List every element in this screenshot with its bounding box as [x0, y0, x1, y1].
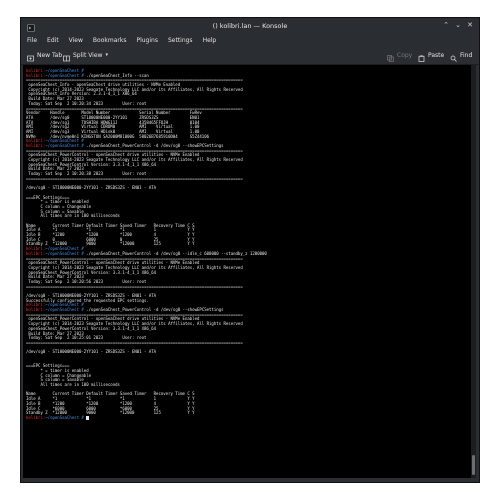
window-title: () kolibri.lan — Konsole: [212, 22, 288, 30]
keep-above-icon[interactable]: ⌃: [442, 21, 450, 29]
menu-bar: File Edit View Bookmarks Plugins Setting…: [21, 34, 479, 47]
split-view-icon: [63, 52, 70, 62]
line-text: All times are in 100 milliseconds: [26, 382, 120, 388]
find-label: Find: [460, 52, 473, 59]
menu-plugins[interactable]: Plugins: [136, 34, 158, 47]
line-text: ========================================…: [26, 175, 243, 181]
menu-view[interactable]: View: [69, 34, 83, 47]
line-text: ========================================…: [26, 283, 243, 289]
title-bar[interactable]: () kolibri.lan — Konsole ⌃ ⌄ ✕: [21, 18, 479, 34]
copy-button[interactable]: Copy: [387, 47, 412, 64]
menu-bookmarks[interactable]: Bookmarks: [93, 34, 127, 47]
prompt-host: kolibri:: [26, 414, 46, 420]
search-icon: [450, 52, 457, 62]
prompt-line: kolibri:~/openSeaChest #: [26, 414, 471, 421]
toolbar: New Tab Split View ▾ Copy Paste Find: [21, 47, 479, 65]
copy-label: Copy: [397, 52, 413, 59]
paste-button[interactable]: Paste: [418, 47, 444, 64]
konsole-window: () kolibri.lan — Konsole ⌃ ⌄ ✕ File Edit…: [20, 17, 480, 483]
paste-label: Paste: [428, 52, 445, 59]
line-text: ========================================…: [26, 339, 243, 345]
minimize-icon[interactable]: ⌄: [454, 21, 462, 29]
scrollbar[interactable]: [471, 65, 476, 478]
paste-icon: [418, 52, 425, 62]
close-icon[interactable]: ✕: [466, 21, 474, 29]
split-view-label: Split View: [73, 52, 103, 59]
terminal-output[interactable]: kolibri:~/openSeaChest # kolibri:~/openS…: [23, 65, 471, 478]
scrollbar-thumb[interactable]: [472, 455, 475, 475]
konsole-icon: [27, 22, 35, 32]
new-tab-icon: [27, 52, 34, 62]
copy-icon: [387, 52, 394, 62]
menu-edit[interactable]: Edit: [47, 34, 59, 47]
split-view-button[interactable]: Split View ▾: [63, 47, 108, 64]
menu-settings[interactable]: Settings: [168, 34, 193, 47]
prompt-path: ~/openSeaChest: [45, 414, 79, 420]
menu-file[interactable]: File: [27, 34, 37, 47]
line-text: /dev/sg0 - ST18000NE000-2YY101 - ZRSDS3Z…: [26, 349, 157, 355]
chevron-down-icon: ▾: [105, 52, 108, 58]
line-text: All times are in 100 milliseconds: [26, 213, 120, 219]
find-button[interactable]: Find: [450, 47, 472, 64]
terminal-text: kolibri:~/openSeaChest # kolibri:~/openS…: [23, 65, 471, 421]
text-cursor: [86, 415, 89, 421]
line-text: /dev/sg0 - ST18000NE000-2YY101 - ZRSDS3Z…: [26, 185, 157, 191]
prompt-symbol: #: [78, 414, 87, 420]
new-tab-label: New Tab: [37, 52, 63, 59]
new-tab-button[interactable]: New Tab: [27, 47, 62, 64]
menu-help[interactable]: Help: [203, 34, 217, 47]
